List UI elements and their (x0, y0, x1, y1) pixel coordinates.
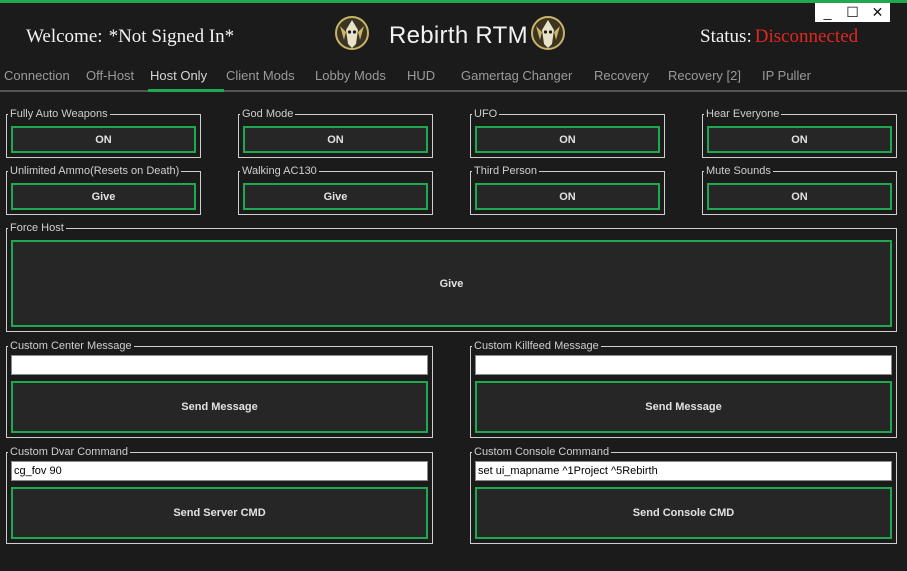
hear-everyone-button[interactable]: ON (707, 126, 892, 153)
group-label: Custom Center Message (8, 339, 134, 353)
welcome-text: Welcome: *Not Signed In* (26, 26, 234, 48)
center-message-group: Custom Center Message Send Message (6, 339, 433, 438)
accent-top-bar (0, 0, 907, 3)
rebirth-logo-icon (531, 16, 565, 50)
fully-auto-weapons-group: Fully Auto Weapons ON (6, 107, 201, 158)
group-label: Mute Sounds (704, 164, 773, 178)
ufo-group: UFO ON (470, 107, 665, 158)
tab-connection[interactable]: Connection (4, 66, 70, 88)
status-value: Disconnected (754, 26, 859, 47)
welcome-label: Welcome: (26, 26, 103, 47)
group-label: Unlimited Ammo(Resets on Death) (8, 164, 182, 178)
maximize-button[interactable]: ☐ (840, 3, 865, 22)
app-title: Rebirth RTM (389, 22, 528, 49)
unlimited-ammo-button[interactable]: Give (11, 183, 196, 210)
mute-sounds-group: Mute Sounds ON (702, 164, 897, 215)
close-button[interactable]: ✕ (865, 3, 890, 22)
group-label: Custom Killfeed Message (472, 339, 601, 353)
send-killfeed-message-button[interactable]: Send Message (475, 381, 892, 433)
rebirth-logo-icon (335, 16, 369, 50)
dvar-command-input[interactable] (11, 461, 428, 481)
god-mode-group: God Mode ON (238, 107, 433, 158)
group-label: UFO (472, 107, 500, 121)
tab-client-mods[interactable]: Client Mods (226, 66, 295, 88)
fully-auto-weapons-button[interactable]: ON (11, 126, 196, 153)
tab-host-only[interactable]: Host Only (150, 66, 207, 88)
group-label: Custom Console Command (472, 445, 612, 459)
active-tab-indicator (148, 89, 224, 92)
group-label: Force Host (8, 221, 66, 235)
tab-recovery[interactable]: Recovery (594, 66, 649, 88)
send-center-message-button[interactable]: Send Message (11, 381, 428, 433)
god-mode-button[interactable]: ON (243, 126, 428, 153)
tab-ip-puller[interactable]: IP Puller (762, 66, 811, 88)
third-person-button[interactable]: ON (475, 183, 660, 210)
tab-hud[interactable]: HUD (407, 66, 435, 88)
tab-recovery-2[interactable]: Recovery [2] (668, 66, 741, 88)
group-label: Custom Dvar Command (8, 445, 130, 459)
send-server-cmd-button[interactable]: Send Server CMD (11, 487, 428, 539)
window-controls: _ ☐ ✕ (815, 3, 890, 22)
killfeed-message-group: Custom Killfeed Message Send Message (470, 339, 897, 438)
console-command-input[interactable] (475, 461, 892, 481)
group-label: Hear Everyone (704, 107, 782, 121)
user-name: *Not Signed In* (108, 26, 235, 47)
mute-sounds-button[interactable]: ON (707, 183, 892, 210)
group-label: Third Person (472, 164, 539, 178)
center-message-input[interactable] (11, 355, 428, 375)
group-label: Fully Auto Weapons (8, 107, 110, 121)
dvar-command-group: Custom Dvar Command Send Server CMD (6, 445, 433, 544)
killfeed-message-input[interactable] (475, 355, 892, 375)
status-label: Status: (700, 26, 752, 47)
unlimited-ammo-group: Unlimited Ammo(Resets on Death) Give (6, 164, 201, 215)
send-console-cmd-button[interactable]: Send Console CMD (475, 487, 892, 539)
group-label: God Mode (240, 107, 296, 121)
connection-status: Status: Disconnected (700, 26, 858, 48)
force-host-group: Force Host Give (6, 221, 897, 332)
hear-everyone-group: Hear Everyone ON (702, 107, 897, 158)
tab-off-host[interactable]: Off-Host (86, 66, 134, 88)
walking-ac130-group: Walking AC130 Give (238, 164, 433, 215)
tab-gamertag-changer[interactable]: Gamertag Changer (461, 66, 572, 88)
console-command-group: Custom Console Command Send Console CMD (470, 445, 897, 544)
tab-lobby-mods[interactable]: Lobby Mods (315, 66, 386, 88)
walking-ac130-button[interactable]: Give (243, 183, 428, 210)
tab-bar: Connection Off-Host Host Only Client Mod… (0, 66, 907, 92)
minimize-button[interactable]: _ (815, 3, 840, 22)
group-label: Walking AC130 (240, 164, 319, 178)
force-host-button[interactable]: Give (11, 240, 892, 327)
tab-underline (0, 90, 907, 92)
third-person-group: Third Person ON (470, 164, 665, 215)
ufo-button[interactable]: ON (475, 126, 660, 153)
